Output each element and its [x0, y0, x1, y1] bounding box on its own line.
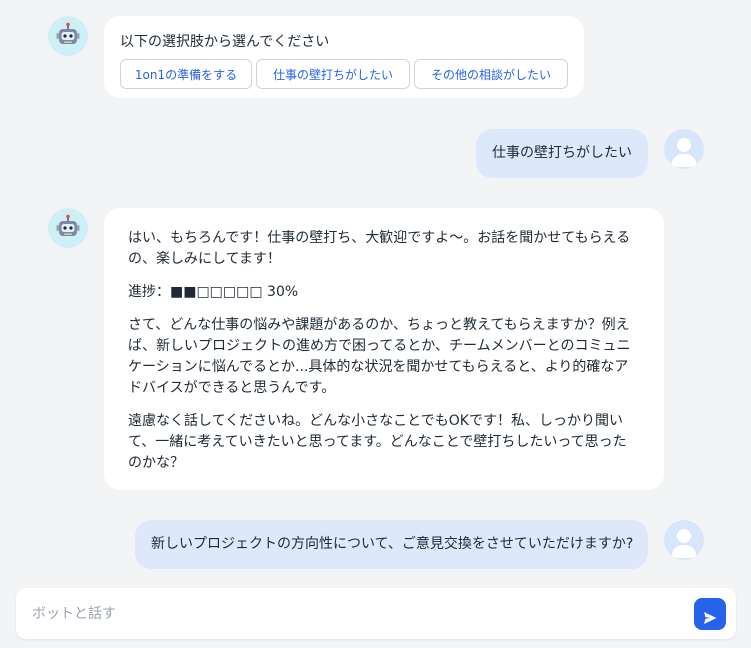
user-message: 仕事の壁打ちがしたい — [476, 129, 648, 178]
options-prompt: 以下の選択肢から選んでください — [120, 34, 330, 50]
option-other-consult-button[interactable]: その他の相談がしたい — [414, 59, 568, 89]
option-1on1-button[interactable]: 1on1の準備をする — [120, 59, 252, 89]
option-button-group: 1on1の準備をする 仕事の壁打ちがしたい その他の相談がしたい — [120, 59, 568, 89]
user-icon — [664, 520, 704, 560]
message-composer — [16, 588, 736, 639]
bot-message: はい、もちろんです！仕事の壁打ち、大歓迎ですよ〜。お話を聞かせてもらえるの、楽し… — [104, 208, 664, 490]
user-message-text: 新しいプロジェクトの方向性について、ご意見交換をさせていただけますか? — [151, 536, 634, 552]
option-work-sparring-button[interactable]: 仕事の壁打ちがしたい — [256, 59, 410, 89]
user-message-text: 仕事の壁打ちがしたい — [492, 145, 632, 161]
send-button[interactable] — [694, 598, 726, 630]
user-message: 新しいプロジェクトの方向性について、ご意見交換をさせていただけますか? — [135, 520, 648, 569]
progress-text: 進捗：■■□□□□□ 30% — [128, 284, 299, 300]
robot-icon — [48, 208, 88, 248]
message-paragraph: さて、どんな仕事の悩みや課題があるのか、ちょっと教えてもらえますか？例えば、新し… — [128, 317, 631, 396]
message-input[interactable] — [30, 598, 674, 630]
send-icon — [694, 610, 726, 626]
message-paragraph: 遠慮なく話してくださいね。どんな小さなことでもOKです！私、しっかり聞いて、一緒… — [128, 413, 627, 471]
message-paragraph: はい、もちろんです！仕事の壁打ち、大歓迎ですよ〜。お話を聞かせてもらえるの、楽し… — [128, 230, 631, 267]
chat-log: 以下の選択肢から選んでください 1on1の準備をする 仕事の壁打ちがしたい その… — [0, 0, 751, 586]
robot-icon — [48, 16, 88, 56]
bot-message-options: 以下の選択肢から選んでください 1on1の準備をする 仕事の壁打ちがしたい その… — [104, 16, 584, 98]
user-icon — [664, 129, 704, 169]
